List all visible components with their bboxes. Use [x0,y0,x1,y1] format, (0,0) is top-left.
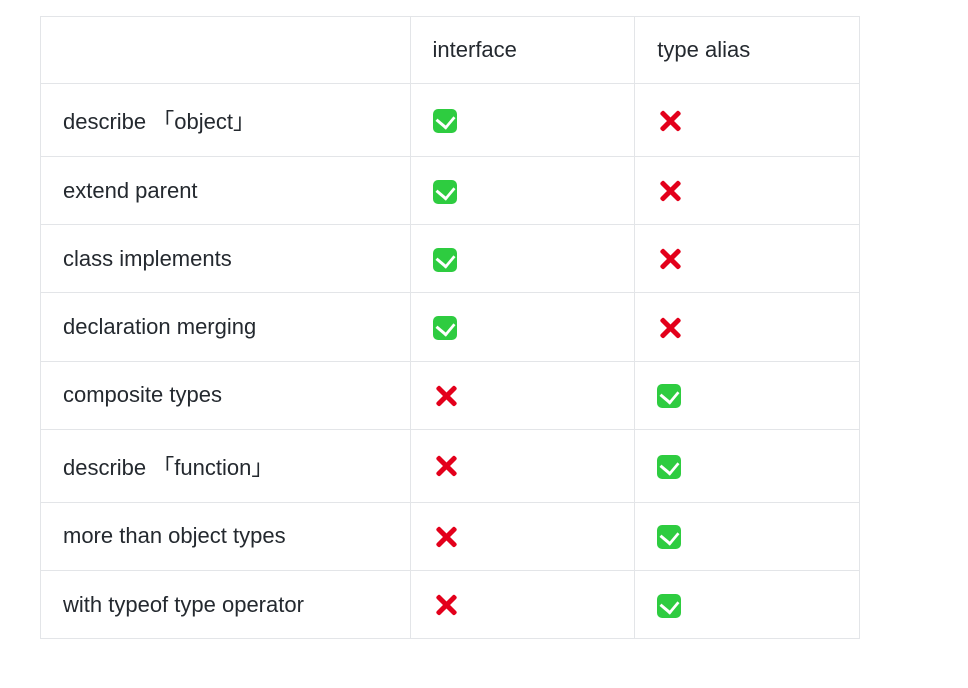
column-header-type-alias: type alias [635,17,860,84]
cross-icon [657,315,683,341]
alias-cell [635,84,860,157]
cross-icon [433,453,459,479]
interface-cell [410,502,635,570]
cross-icon [657,246,683,272]
check-icon [657,455,681,479]
interface-cell [410,570,635,638]
alias-cell [635,502,860,570]
cross-icon [657,178,683,204]
cross-icon [433,524,459,550]
check-icon [433,180,457,204]
comparison-table: interface type alias describe 「object」ex… [40,16,860,639]
feature-cell: extend parent [41,157,411,225]
interface-cell [410,361,635,429]
interface-cell [410,429,635,502]
check-icon [657,525,681,549]
interface-cell [410,84,635,157]
feature-cell: describe 「function」 [41,429,411,502]
table-row: describe 「object」 [41,84,860,157]
feature-cell: composite types [41,361,411,429]
alias-cell [635,293,860,361]
table-row: describe 「function」 [41,429,860,502]
alias-cell [635,429,860,502]
column-header-feature [41,17,411,84]
interface-cell [410,157,635,225]
table-row: class implements [41,225,860,293]
check-icon [433,248,457,272]
table-row: composite types [41,361,860,429]
feature-cell: more than object types [41,502,411,570]
feature-cell: describe 「object」 [41,84,411,157]
check-icon [657,384,681,408]
feature-cell: declaration merging [41,293,411,361]
cross-icon [657,108,683,134]
alias-cell [635,570,860,638]
cross-icon [433,383,459,409]
feature-cell: with typeof type operator [41,570,411,638]
table-row: declaration merging [41,293,860,361]
check-icon [433,316,457,340]
table-row: extend parent [41,157,860,225]
alias-cell [635,225,860,293]
table-row: with typeof type operator [41,570,860,638]
check-icon [433,109,457,133]
interface-cell [410,293,635,361]
alias-cell [635,361,860,429]
check-icon [657,594,681,618]
table-body: describe 「object」extend parentclass impl… [41,84,860,639]
feature-cell: class implements [41,225,411,293]
table-header-row: interface type alias [41,17,860,84]
alias-cell [635,157,860,225]
column-header-interface: interface [410,17,635,84]
cross-icon [433,592,459,618]
table-row: more than object types [41,502,860,570]
interface-cell [410,225,635,293]
